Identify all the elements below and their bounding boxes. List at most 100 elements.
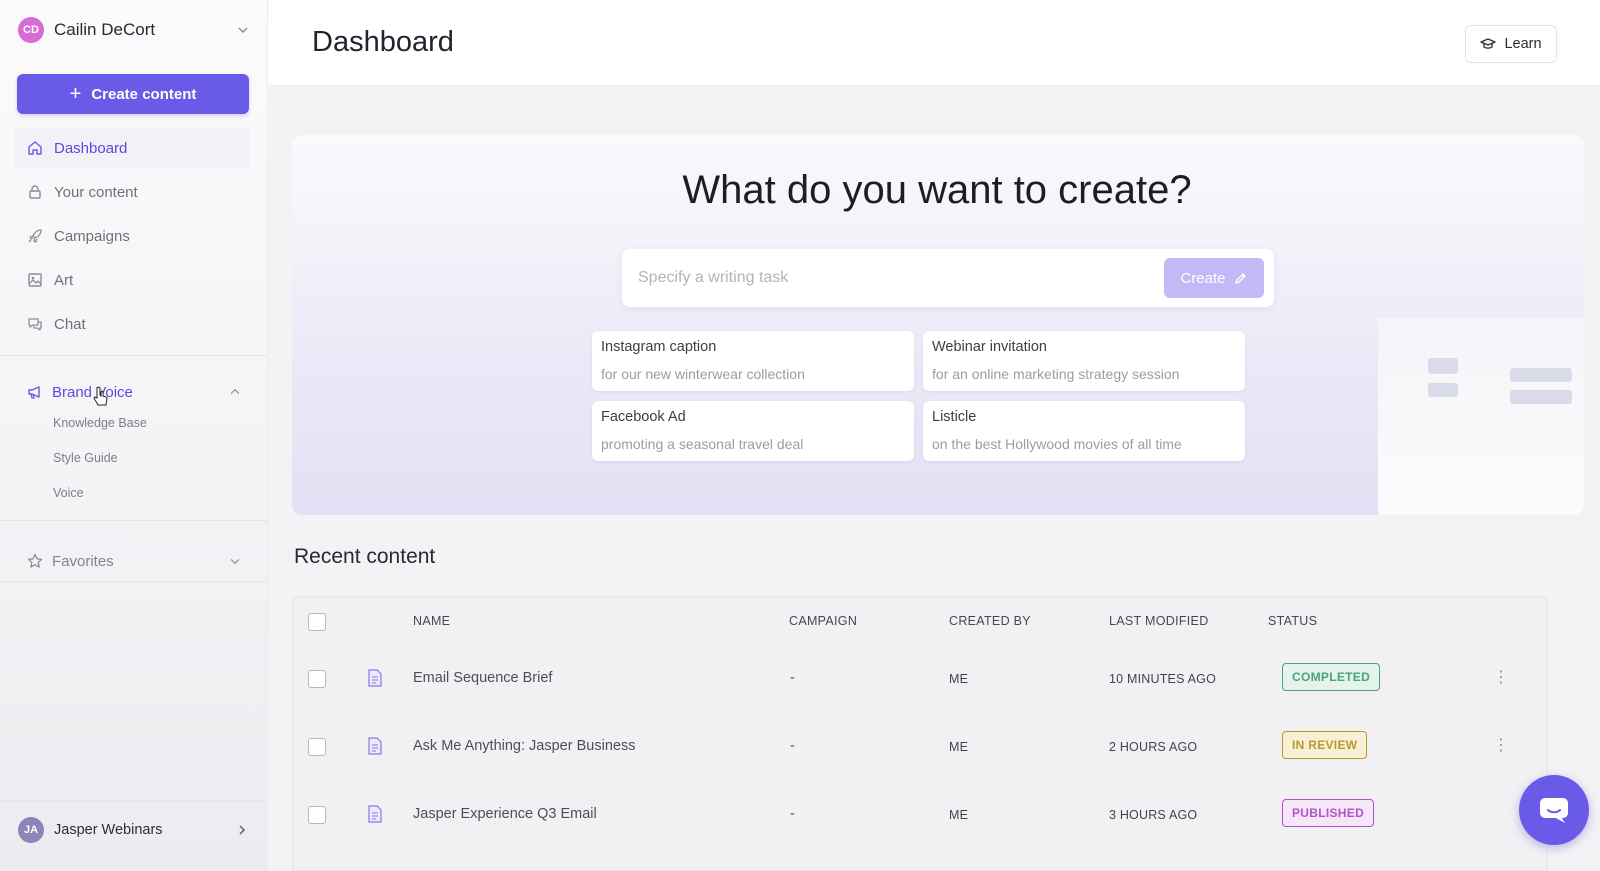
user-name: Cailin DeCort (54, 20, 156, 39)
writing-task-input[interactable] (638, 263, 1138, 293)
workspace-switcher[interactable]: JA Jasper Webinars (18, 816, 248, 844)
document-icon (368, 805, 382, 823)
main-content: Dashboard Learn What do you want to crea… (268, 0, 1600, 871)
suggestion-card[interactable]: Webinar invitation for an online marketi… (923, 331, 1245, 391)
suggestion-title: Listicle (932, 409, 977, 425)
decorative-block (1510, 390, 1572, 404)
chat-bubble-icon (1540, 798, 1568, 823)
suggestion-title: Instagram caption (601, 339, 717, 355)
star-icon (27, 553, 43, 568)
brand-voice-label: Brand Voice (52, 383, 133, 401)
column-header-campaign[interactable]: CAMPAIGN (789, 614, 857, 628)
sidebar-item-voice[interactable]: Voice (53, 486, 84, 500)
nav-item-chat[interactable]: Chat (14, 304, 250, 344)
nav-label: Chat (54, 315, 86, 333)
divider (0, 520, 268, 521)
chevron-up-icon (230, 388, 240, 394)
page-title: Dashboard (312, 26, 454, 58)
sidebar-item-knowledge-base[interactable]: Knowledge Base (53, 416, 147, 430)
nav-label: Dashboard (54, 139, 128, 157)
row-name[interactable]: Email Sequence Brief (413, 670, 552, 686)
row-checkbox[interactable] (308, 670, 326, 688)
main-nav: Dashboard Your content Campaigns Art Cha… (14, 128, 250, 348)
favorites-toggle[interactable]: Favorites (26, 549, 242, 573)
workspace-avatar: JA (18, 817, 44, 843)
row-campaign: - (790, 738, 795, 754)
decorative-block (1428, 358, 1458, 374)
row-checkbox[interactable] (308, 806, 326, 824)
learn-label: Learn (1504, 36, 1542, 52)
user-menu[interactable]: CD Cailin DeCort (18, 15, 250, 45)
nav-item-campaigns[interactable]: Campaigns (14, 216, 250, 256)
create-hero: What do you want to create? Create Insta… (292, 135, 1584, 515)
recent-content-table: NAME CAMPAIGN CREATED BY LAST MODIFIED S… (292, 596, 1548, 871)
nav-item-art[interactable]: Art (14, 260, 250, 300)
column-header-status[interactable]: STATUS (1268, 614, 1317, 628)
row-last-modified: 3 HOURS AGO (1109, 808, 1198, 822)
column-header-name[interactable]: NAME (413, 614, 450, 628)
sidebar-item-style-guide[interactable]: Style Guide (53, 451, 118, 465)
row-name[interactable]: Jasper Experience Q3 Email (413, 806, 597, 822)
image-icon (28, 273, 42, 287)
suggestion-subtitle: for an online marketing strategy session (932, 366, 1180, 382)
select-all-checkbox[interactable] (308, 613, 326, 631)
row-created-by: ME (949, 740, 969, 754)
nav-label: Art (54, 271, 74, 289)
suggestion-title: Webinar invitation (932, 339, 1047, 355)
create-content-label: Create content (91, 85, 197, 103)
writing-task-box: Create (622, 249, 1274, 307)
suggestion-subtitle: for our new winterwear collection (601, 366, 805, 382)
column-header-last-modified[interactable]: LAST MODIFIED (1109, 614, 1209, 628)
suggestion-card[interactable]: Listicle on the best Hollywood movies of… (923, 401, 1245, 461)
learn-button[interactable]: Learn (1465, 25, 1557, 63)
more-options-icon[interactable]: ⋮ (1493, 738, 1509, 754)
pen-icon (1234, 273, 1246, 284)
suggestion-card[interactable]: Instagram caption for our new winterwear… (592, 331, 914, 391)
workspace-name: Jasper Webinars (54, 822, 163, 838)
nav-item-your-content[interactable]: Your content (14, 172, 250, 212)
status-badge: IN REVIEW (1282, 731, 1368, 759)
row-last-modified: 10 MINUTES AGO (1109, 672, 1216, 686)
column-header-created-by[interactable]: CREATED BY (949, 614, 1031, 628)
chevron-down-icon (236, 23, 250, 37)
row-checkbox[interactable] (308, 738, 326, 756)
suggestion-subtitle: promoting a seasonal travel deal (601, 436, 804, 452)
suggestion-card[interactable]: Facebook Ad promoting a seasonal travel … (592, 401, 914, 461)
status-badge: PUBLISHED (1282, 799, 1375, 827)
create-content-button[interactable]: + Create content (17, 74, 249, 114)
chevron-down-icon (230, 559, 240, 565)
hero-title: What do you want to create? (682, 168, 1192, 212)
suggestion-title: Facebook Ad (601, 409, 686, 425)
top-bar: Dashboard Learn (268, 0, 1600, 86)
recent-content-title: Recent content (294, 545, 436, 568)
mouse-cursor-icon (93, 386, 108, 406)
sidebar: CD Cailin DeCort + Create content Dashbo… (0, 0, 268, 871)
more-options-icon[interactable]: ⋮ (1493, 670, 1509, 686)
task-create-button[interactable]: Create (1164, 258, 1264, 298)
decorative-block (1510, 368, 1572, 382)
nav-item-dashboard[interactable]: Dashboard (14, 128, 250, 168)
divider (0, 581, 268, 582)
home-icon (28, 141, 42, 155)
task-create-label: Create (1180, 269, 1226, 287)
megaphone-icon (28, 386, 40, 399)
graduation-cap-icon (1480, 38, 1497, 49)
decorative-block (1428, 383, 1458, 397)
row-created-by: ME (949, 672, 969, 686)
chevron-right-icon (239, 825, 246, 835)
brand-voice-toggle[interactable]: Brand Voice (26, 380, 242, 404)
status-badge: COMPLETED (1282, 663, 1381, 691)
rocket-icon (28, 229, 42, 243)
plus-icon: + (69, 83, 82, 105)
nav-label: Campaigns (54, 227, 130, 245)
document-icon (368, 669, 382, 687)
row-name[interactable]: Ask Me Anything: Jasper Business (413, 738, 635, 754)
row-created-by: ME (949, 808, 969, 822)
user-avatar: CD (18, 17, 44, 43)
lock-icon (29, 185, 41, 199)
support-chat-button[interactable] (1519, 775, 1589, 845)
nav-label: Your content (54, 183, 138, 201)
suggestion-subtitle: on the best Hollywood movies of all time (932, 436, 1182, 452)
divider (0, 800, 268, 801)
chat-icon (28, 318, 42, 331)
